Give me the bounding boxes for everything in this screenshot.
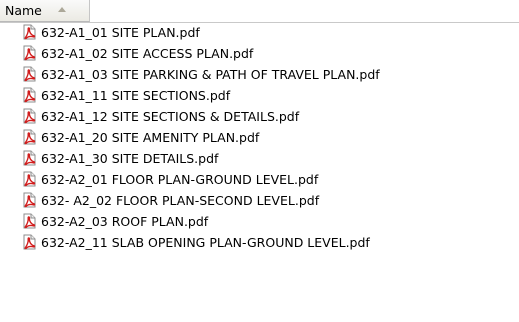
pdf-icon <box>21 192 37 208</box>
file-row[interactable]: 632-A1_30 SITE DETAILS.pdf <box>0 148 519 169</box>
file-name: 632-A1_20 SITE AMENITY PLAN.pdf <box>41 130 260 145</box>
pdf-icon <box>21 129 37 145</box>
file-name: 632-A2_03 ROOF PLAN.pdf <box>41 214 209 229</box>
pdf-icon <box>21 87 37 103</box>
pdf-icon <box>21 45 37 61</box>
file-row[interactable]: 632-A2_11 SLAB OPENING PLAN-GROUND LEVEL… <box>0 232 519 253</box>
pdf-icon <box>21 171 37 187</box>
pdf-icon <box>21 234 37 250</box>
name-column-header[interactable]: Name <box>0 0 90 22</box>
pdf-icon <box>21 66 37 82</box>
file-row[interactable]: 632-A1_11 SITE SECTIONS.pdf <box>0 85 519 106</box>
column-header-bar: Name <box>0 0 519 23</box>
file-row[interactable]: 632-A1_01 SITE PLAN.pdf <box>0 22 519 43</box>
file-name: 632-A1_03 SITE PARKING & PATH OF TRAVEL … <box>41 67 380 82</box>
file-name: 632-A1_12 SITE SECTIONS & DETAILS.pdf <box>41 109 300 124</box>
file-row[interactable]: 632-A2_03 ROOF PLAN.pdf <box>0 211 519 232</box>
sort-ascending-icon <box>58 7 66 12</box>
file-name: 632-A2_01 FLOOR PLAN-GROUND LEVEL.pdf <box>41 172 319 187</box>
file-name: 632-A1_02 SITE ACCESS PLAN.pdf <box>41 46 254 61</box>
file-row[interactable]: 632-A1_03 SITE PARKING & PATH OF TRAVEL … <box>0 64 519 85</box>
file-row[interactable]: 632-A1_02 SITE ACCESS PLAN.pdf <box>0 43 519 64</box>
file-list: 632-A1_01 SITE PLAN.pdf 632-A1_02 SITE A… <box>0 22 519 253</box>
file-name: 632-A1_11 SITE SECTIONS.pdf <box>41 88 231 103</box>
name-column-label: Name <box>5 3 42 18</box>
pdf-icon <box>21 150 37 166</box>
file-row[interactable]: 632-A1_20 SITE AMENITY PLAN.pdf <box>0 127 519 148</box>
pdf-icon <box>21 108 37 124</box>
pdf-icon <box>21 24 37 40</box>
file-row[interactable]: 632-A2_01 FLOOR PLAN-GROUND LEVEL.pdf <box>0 169 519 190</box>
file-row[interactable]: 632- A2_02 FLOOR PLAN-SECOND LEVEL.pdf <box>0 190 519 211</box>
file-name: 632-A1_30 SITE DETAILS.pdf <box>41 151 219 166</box>
file-name: 632-A1_01 SITE PLAN.pdf <box>41 25 200 40</box>
pdf-icon <box>21 213 37 229</box>
file-name: 632- A2_02 FLOOR PLAN-SECOND LEVEL.pdf <box>41 193 320 208</box>
file-row[interactable]: 632-A1_12 SITE SECTIONS & DETAILS.pdf <box>0 106 519 127</box>
file-name: 632-A2_11 SLAB OPENING PLAN-GROUND LEVEL… <box>41 235 370 250</box>
